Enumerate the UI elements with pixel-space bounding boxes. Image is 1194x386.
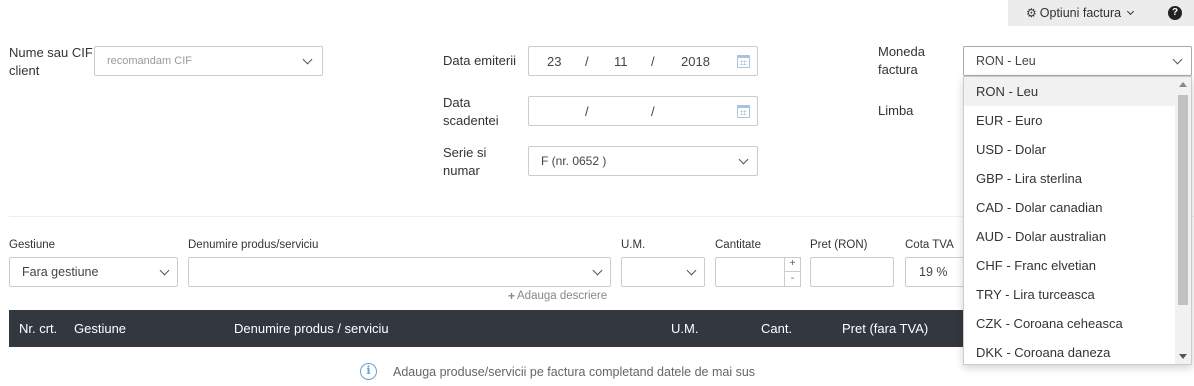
options-label: Optiuni factura	[1039, 6, 1122, 20]
calendar-icon[interactable]	[737, 55, 750, 68]
plus-icon: +	[789, 258, 796, 269]
add-description-link[interactable]: + Adauga descriere	[508, 289, 607, 303]
chevron-down-icon	[302, 54, 313, 65]
series-value: F (nr. 0652 )	[541, 154, 607, 168]
date-separator: /	[585, 54, 589, 69]
options-button[interactable]: ⚙ Optiuni factura	[1026, 5, 1135, 21]
issue-date-label: Data emiterii	[443, 53, 516, 68]
currency-dropdown-list: RON - Leu EUR - Euro USD - Dolar GBP - L…	[963, 76, 1192, 365]
qty-increment-button[interactable]: +	[784, 257, 801, 272]
product-label: Denumire produs/serviciu	[188, 239, 319, 251]
scroll-down-arrow-icon[interactable]	[1179, 354, 1187, 359]
info-circle-icon: i	[360, 363, 377, 380]
column-header: Nr. crt.	[19, 321, 58, 336]
currency-option[interactable]: RON - Leu	[964, 77, 1176, 106]
vat-select[interactable]: 19 %	[905, 257, 965, 287]
qty-label: Cantitate	[715, 239, 762, 251]
products-table-header: Nr. crt. Gestiune Denumire produs / serv…	[9, 310, 964, 347]
um-select[interactable]	[621, 257, 705, 287]
column-header: U.M.	[671, 321, 699, 336]
series-label: Serie si numar	[443, 145, 487, 178]
currency-option[interactable]: EUR - Euro	[964, 106, 1176, 135]
column-header: Pret (fara TVA)	[842, 321, 929, 336]
chevron-down-icon	[1127, 7, 1135, 16]
um-label: U.M.	[621, 239, 646, 251]
dropdown-scrollbar[interactable]	[1175, 77, 1191, 364]
client-select[interactable]: recomandam CIF	[94, 46, 323, 76]
vat-value: 19 %	[919, 265, 948, 279]
due-date-field[interactable]: / /	[528, 96, 758, 126]
scrollbar-thumb[interactable]	[1178, 95, 1188, 305]
issue-date-year[interactable]: 2018	[681, 54, 710, 69]
chevron-down-icon	[159, 265, 170, 276]
product-select[interactable]	[188, 257, 611, 287]
gear-icon: ⚙	[1026, 6, 1037, 20]
chevron-down-icon	[1172, 54, 1183, 65]
vat-label: Cota TVA	[905, 239, 954, 251]
due-date-label: Data scadentei	[443, 95, 499, 128]
empty-table-message: i Adauga produse/servicii pe factura com…	[360, 363, 755, 380]
column-header: Cant.	[761, 321, 793, 336]
question-circle-icon[interactable]: ?	[1168, 6, 1182, 20]
price-input[interactable]	[810, 257, 894, 287]
scroll-up-arrow-icon[interactable]	[1179, 82, 1187, 87]
chevron-down-icon	[686, 265, 697, 276]
gestiune-label: Gestiune	[9, 239, 56, 251]
currency-option[interactable]: GBP - Lira sterlina	[964, 164, 1176, 193]
currency-selected: RON - Leu	[976, 54, 1036, 68]
minus-icon: -	[790, 273, 795, 284]
column-header: Gestiune	[74, 321, 127, 336]
currency-option[interactable]: USD - Dolar	[964, 135, 1176, 164]
date-separator: /	[651, 54, 655, 69]
options-bar: ⚙ Optiuni factura ?	[1008, 0, 1194, 26]
date-separator: /	[585, 104, 589, 119]
currency-option[interactable]: CZK - Coroana ceheasca	[964, 309, 1176, 338]
date-separator: /	[651, 104, 655, 119]
issue-date-day[interactable]: 23	[547, 54, 561, 69]
add-description-label: Adauga descriere	[517, 290, 608, 302]
chevron-down-icon	[592, 265, 603, 276]
language-label: Limba	[878, 103, 914, 118]
issue-date-field[interactable]: 23 / 11 / 2018	[528, 46, 758, 76]
plus-icon: +	[508, 289, 516, 303]
series-select[interactable]: F (nr. 0652 )	[528, 146, 758, 176]
currency-label: Moneda factura	[878, 44, 925, 77]
currency-option[interactable]: TRY - Lira turceasca	[964, 280, 1176, 309]
price-label: Pret (RON)	[810, 239, 868, 251]
calendar-icon[interactable]	[737, 105, 750, 118]
column-header: Denumire produs / serviciu	[234, 321, 389, 336]
currency-option[interactable]: DKK - Coroana daneza	[964, 338, 1176, 364]
empty-message-text: Adauga produse/servicii pe factura compl…	[393, 364, 756, 379]
client-placeholder: recomandam CIF	[107, 55, 192, 67]
client-label: Nume sau CIF client	[9, 45, 93, 78]
currency-option[interactable]: CHF - Franc elvetian	[964, 251, 1176, 280]
qty-input[interactable]: + -	[715, 257, 801, 287]
currency-select[interactable]: RON - Leu	[963, 46, 1192, 76]
currency-option[interactable]: CAD - Dolar canadian	[964, 193, 1176, 222]
qty-decrement-button[interactable]: -	[784, 271, 801, 287]
gestiune-value: Fara gestiune	[22, 265, 99, 279]
gestiune-select[interactable]: Fara gestiune	[9, 257, 178, 287]
currency-option[interactable]: AUD - Dolar australian	[964, 222, 1176, 251]
issue-date-month[interactable]: 11	[614, 54, 628, 69]
chevron-down-icon	[738, 154, 749, 165]
